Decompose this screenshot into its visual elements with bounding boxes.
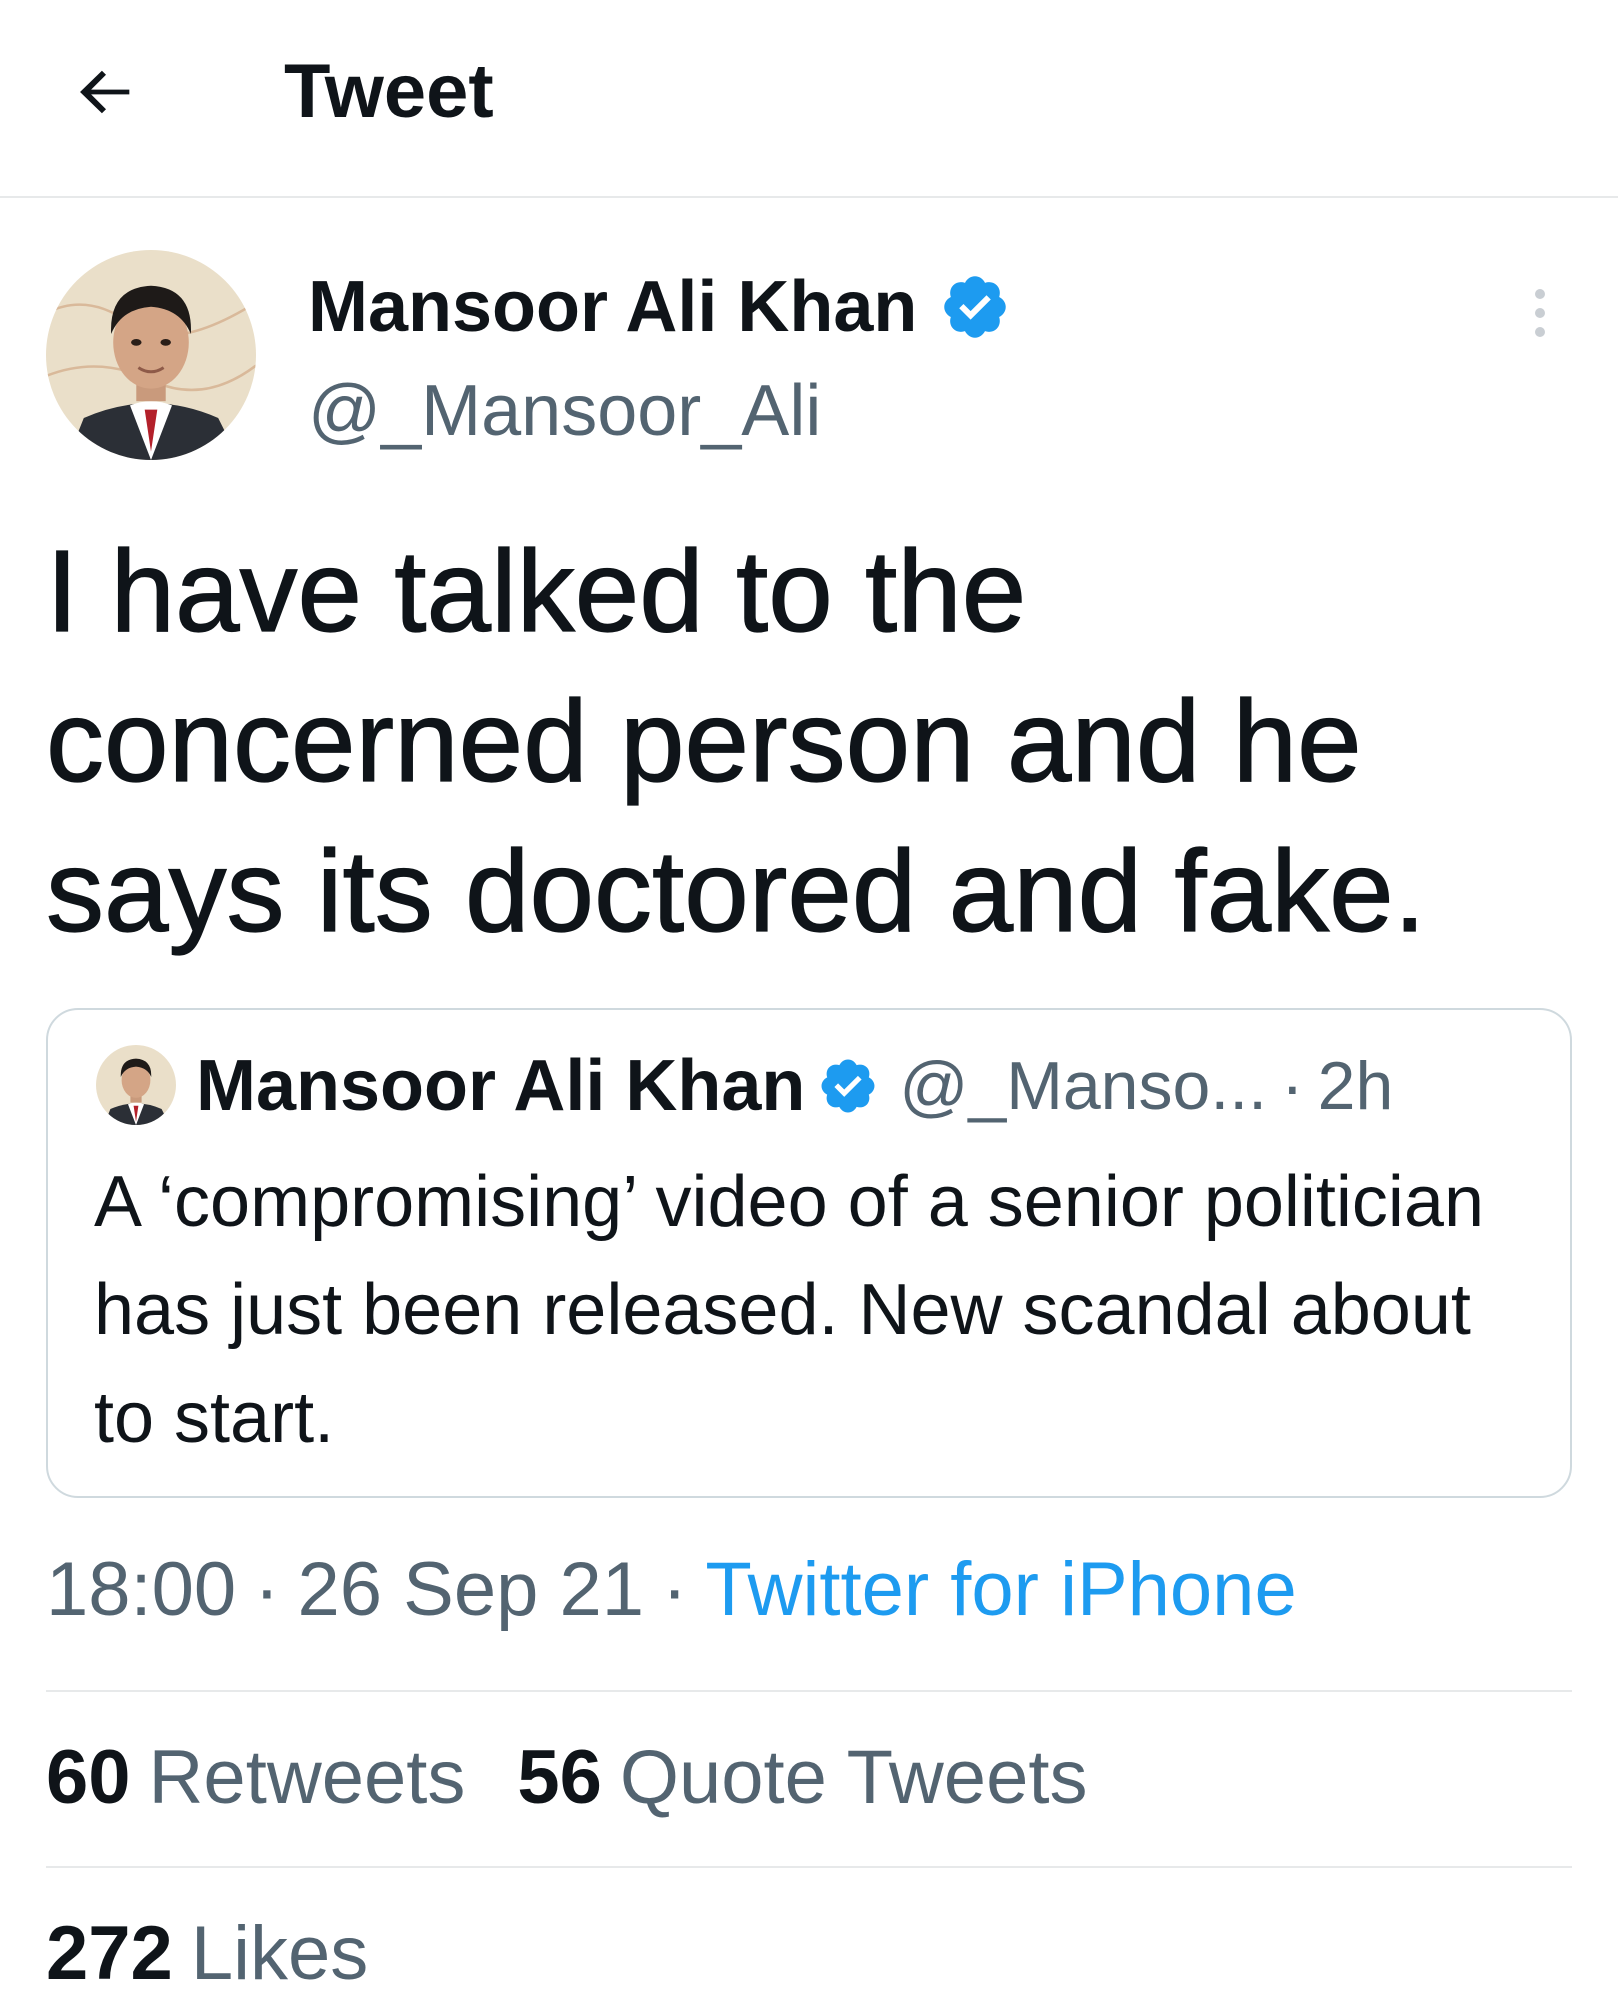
author-handle[interactable]: @_Mansoor_Ali: [308, 366, 821, 456]
likes-label: Likes: [190, 1911, 369, 1996]
quoted-timestamp: 2h: [1317, 1048, 1394, 1124]
author-name-text: Mansoor Ali Khan: [308, 267, 918, 347]
quote-tweets-stat[interactable]: 56 Quote Tweets: [517, 1728, 1087, 1828]
separator-dot: ·: [662, 1547, 688, 1632]
verified-badge-icon: [944, 276, 1007, 338]
quoted-author-name: Mansoor Ali Khan: [196, 1046, 806, 1126]
likes-stat[interactable]: 272 Likes: [46, 1904, 368, 2004]
quoted-avatar: [96, 1045, 176, 1125]
tweet-date: 26 Sep 21: [297, 1547, 645, 1632]
likes-row: 272 Likes: [46, 1904, 420, 2004]
likes-count: 272: [46, 1911, 173, 1996]
page-title: Tweet: [284, 49, 494, 134]
more-options-button[interactable]: [1512, 278, 1568, 348]
quoted-tweet-text: A ‘compromising’ video of a senior polit…: [94, 1162, 1485, 1458]
quote-tweets-count: 56: [517, 1735, 602, 1820]
profile-photo: [46, 250, 256, 460]
divider: [46, 1690, 1572, 1692]
tweet-text: I have talked to the concerned person an…: [45, 525, 1426, 956]
quoted-author-handle: @_Manso...: [899, 1048, 1267, 1124]
tweet-source-link[interactable]: Twitter for iPhone: [705, 1547, 1296, 1632]
quoted-tweet-header: Mansoor Ali Khan @_Manso... · 2h: [196, 1036, 1393, 1136]
engagement-stats: 60 Retweets 56 Quote Tweets: [46, 1728, 1139, 1828]
tweet-meta: 18:00 · 26 Sep 21 · Twitter for iPhone: [46, 1540, 1297, 1640]
more-dots-icon: [1535, 327, 1545, 337]
back-button[interactable]: [64, 50, 148, 134]
separator-dot: ·: [254, 1547, 280, 1632]
arrow-left-icon: [80, 70, 130, 114]
more-dots-icon: [1535, 289, 1545, 299]
more-dots-icon: [1535, 308, 1545, 318]
retweets-label: Retweets: [148, 1735, 466, 1820]
separator-dot: ·: [1281, 1048, 1304, 1124]
retweets-stat[interactable]: 60 Retweets: [46, 1728, 465, 1828]
author-name[interactable]: Mansoor Ali Khan: [308, 262, 1011, 352]
profile-photo: [96, 1045, 176, 1125]
top-bar: Tweet: [0, 0, 1618, 198]
quote-tweets-label: Quote Tweets: [619, 1735, 1088, 1820]
divider: [46, 1866, 1572, 1868]
tweet-time: 18:00: [46, 1547, 237, 1632]
retweets-count: 60: [46, 1735, 131, 1820]
verified-badge-icon: [821, 1059, 875, 1113]
avatar[interactable]: [46, 250, 256, 460]
